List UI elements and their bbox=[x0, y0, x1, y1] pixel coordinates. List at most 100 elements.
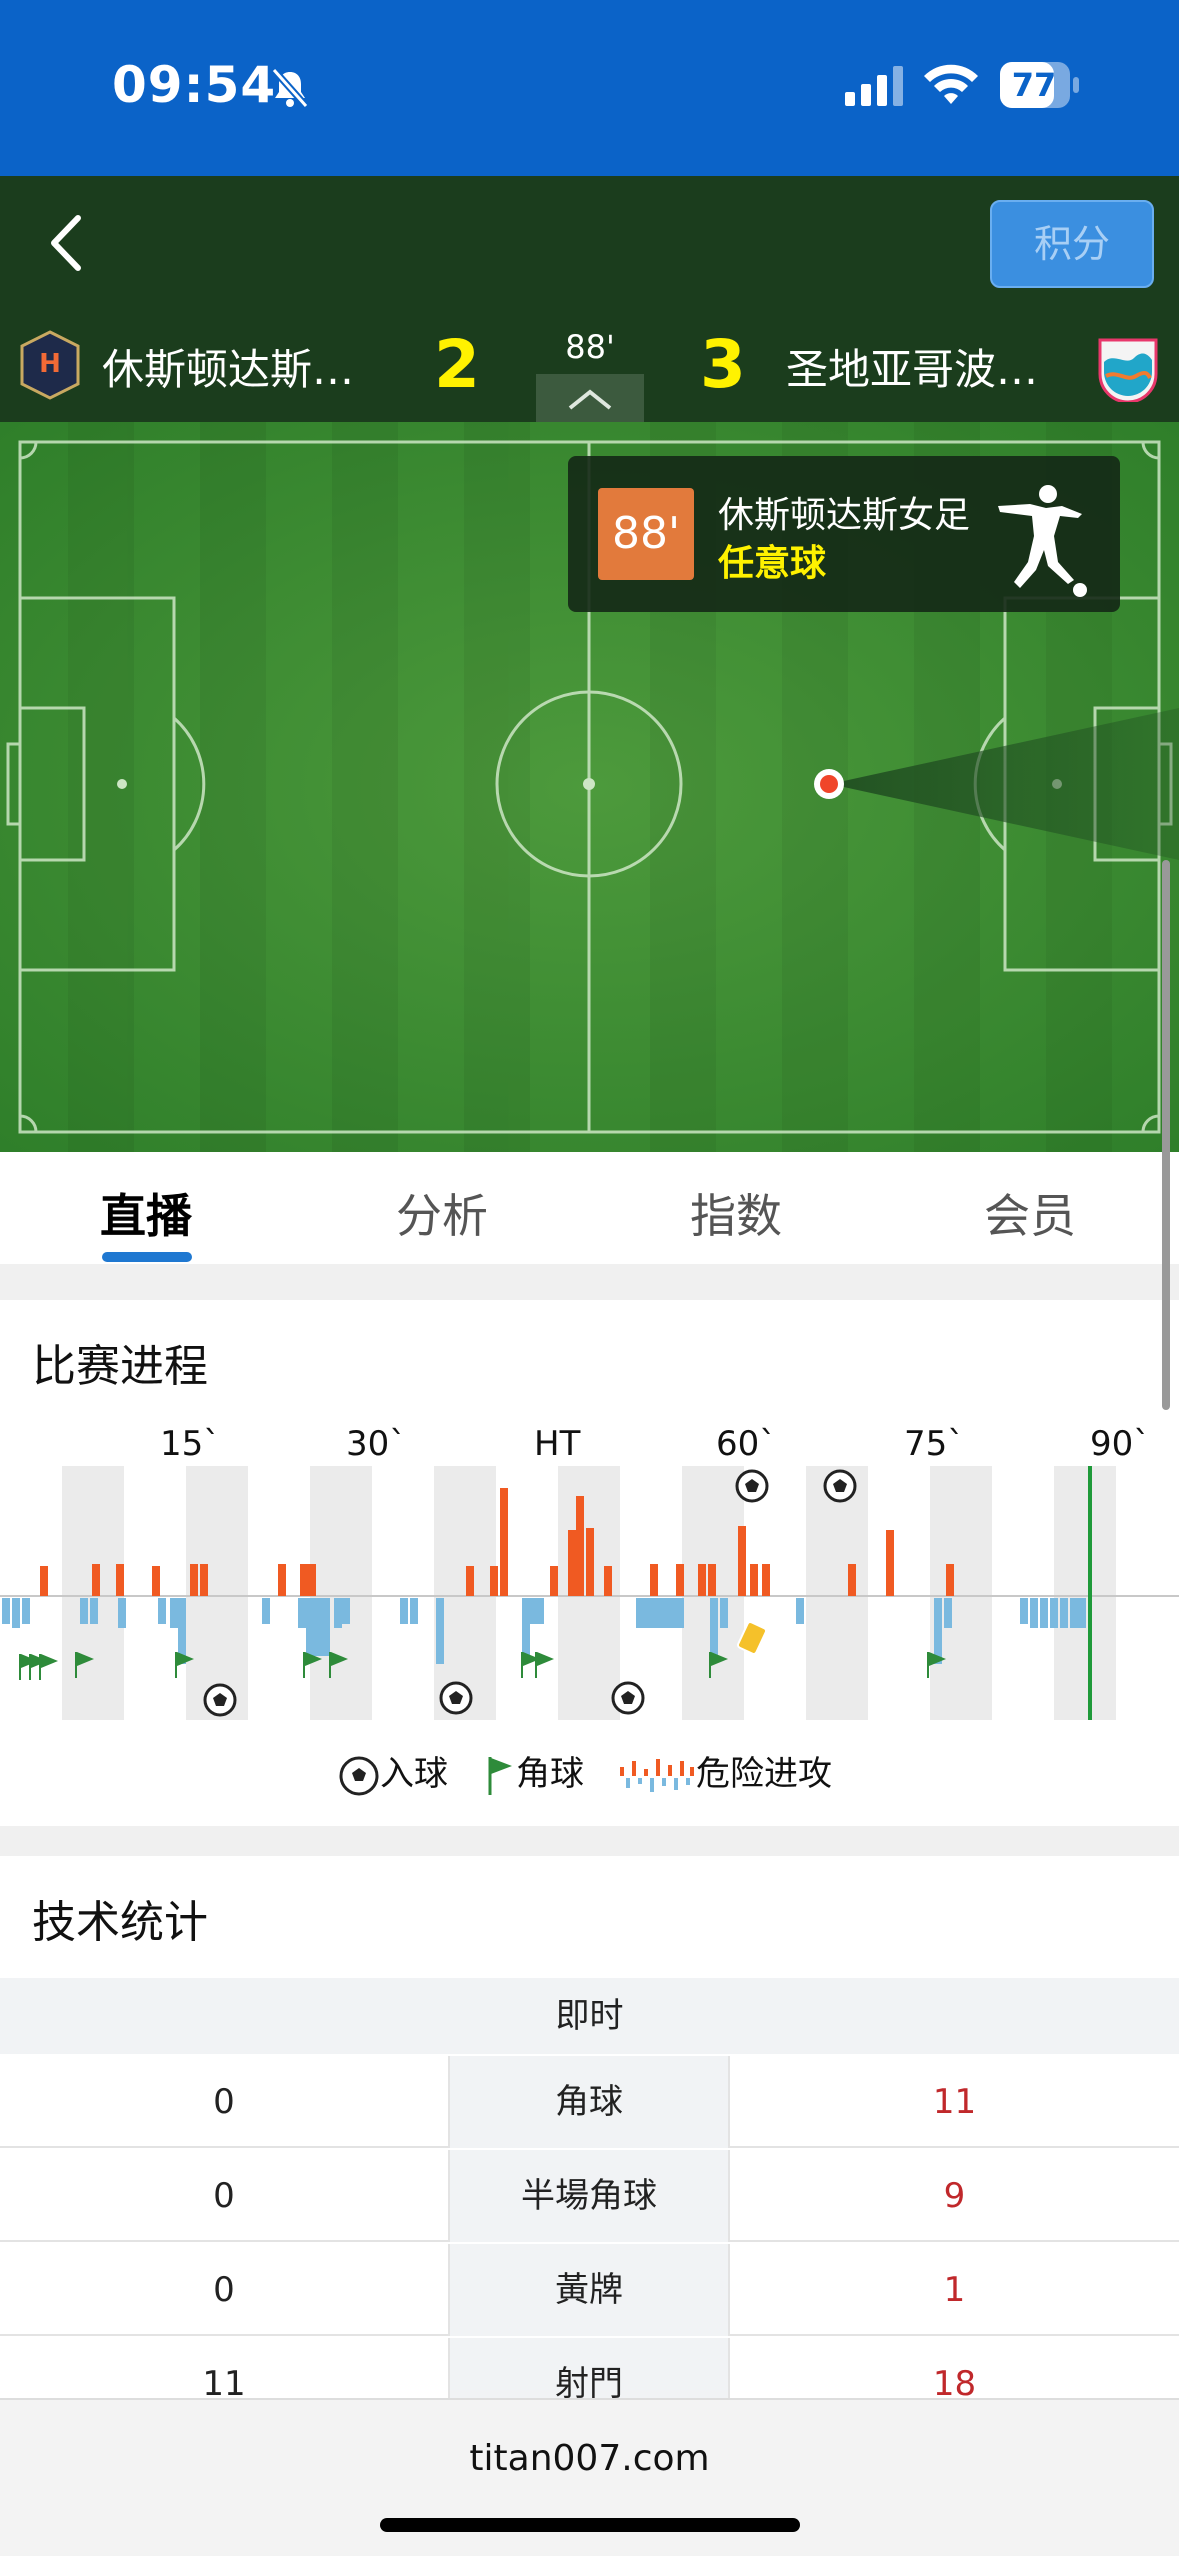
tab-member[interactable]: 会员 bbox=[930, 1180, 1130, 1246]
attack-bar-away bbox=[886, 1530, 894, 1596]
attack-bar-home bbox=[334, 1598, 342, 1628]
attack-bar-away bbox=[278, 1564, 286, 1596]
match-timeline-chart bbox=[0, 1466, 1179, 1720]
status-time: 09:54 bbox=[112, 56, 277, 114]
legend-goal-label: 入球 bbox=[380, 1754, 448, 1794]
attack-bar-away bbox=[604, 1566, 612, 1596]
attack-bar-home bbox=[720, 1598, 728, 1628]
stat-row-corners: 0 角球 11 bbox=[0, 2056, 1179, 2148]
attack-bar-home bbox=[1050, 1598, 1058, 1628]
attack-bar-home bbox=[676, 1598, 684, 1628]
status-bar: 09:54 77 bbox=[0, 0, 1179, 176]
home-team-name[interactable]: 休斯顿达斯… bbox=[102, 336, 354, 397]
collapse-toggle[interactable] bbox=[536, 374, 644, 422]
attack-bar-away bbox=[466, 1566, 474, 1596]
san-diego-wave-logo bbox=[1098, 338, 1158, 402]
player-kicking-icon bbox=[998, 485, 1087, 597]
attack-bar-home bbox=[660, 1598, 668, 1628]
attack-bar-away bbox=[848, 1564, 856, 1596]
legend-goal: 入球 bbox=[338, 1746, 448, 1797]
stat-away-value: 1 bbox=[943, 2270, 966, 2310]
points-button[interactable]: 积分 bbox=[990, 200, 1154, 288]
attack-bar-home bbox=[710, 1598, 718, 1660]
stat-home-value: 0 bbox=[213, 2176, 235, 2216]
battery-level: 77 bbox=[1011, 66, 1057, 104]
attack-bar-home bbox=[80, 1598, 88, 1624]
attack-bar-away bbox=[308, 1564, 316, 1596]
browser-footer: titan007.com bbox=[0, 2398, 1179, 2556]
attack-bar-home bbox=[522, 1598, 530, 1660]
stats-header-live: 即时 bbox=[0, 1978, 1179, 2054]
away-score: 3 bbox=[700, 326, 746, 403]
attack-bar-home bbox=[652, 1598, 660, 1628]
chevron-up-icon bbox=[568, 389, 612, 410]
tech-stats-title: 技术统计 bbox=[32, 1897, 208, 1948]
event-minute: 88' bbox=[598, 488, 694, 580]
stat-home-value: 0 bbox=[213, 2270, 235, 2310]
home-indicator[interactable] bbox=[380, 2518, 800, 2532]
attack-bar-away bbox=[152, 1566, 160, 1596]
attack-bar-away bbox=[200, 1564, 208, 1596]
attack-bar-home bbox=[636, 1598, 644, 1628]
cellular-signal-icon bbox=[845, 66, 903, 106]
corner-flag-icon bbox=[488, 1756, 512, 1795]
attack-bar-away bbox=[568, 1530, 576, 1596]
attack-bar-home bbox=[342, 1598, 350, 1624]
attack-bar-home bbox=[1040, 1598, 1048, 1628]
active-tab-indicator bbox=[102, 1252, 192, 1262]
attack-bar-home bbox=[796, 1598, 804, 1624]
home-score: 2 bbox=[434, 326, 480, 403]
attack-bar-away bbox=[586, 1528, 594, 1596]
attack-bar-home bbox=[1060, 1598, 1068, 1628]
attack-bar-away bbox=[92, 1564, 100, 1596]
houston-dash-logo: H bbox=[20, 330, 80, 400]
attack-bar-home bbox=[668, 1598, 676, 1628]
stat-away-value: 9 bbox=[943, 2176, 966, 2216]
attack-bar-home bbox=[12, 1598, 20, 1628]
back-arrow-icon[interactable] bbox=[40, 208, 96, 278]
site-url[interactable]: titan007.com bbox=[0, 2438, 1179, 2479]
attack-bar-away bbox=[738, 1526, 746, 1596]
attack-bar-away bbox=[500, 1488, 508, 1596]
attack-bar-home bbox=[22, 1598, 30, 1624]
stat-row-half-corners: 0 半場角球 9 bbox=[0, 2150, 1179, 2242]
bell-muted-icon bbox=[271, 67, 309, 109]
tab-bar: 直播 分析 指数 会员 bbox=[0, 1152, 1179, 1264]
legend-corner-label: 角球 bbox=[516, 1754, 584, 1794]
attack-bar-home bbox=[536, 1598, 544, 1624]
attack-bar-home bbox=[410, 1598, 418, 1624]
attack-bar-home bbox=[1070, 1598, 1078, 1628]
legend-attack-label: 危险进攻 bbox=[696, 1754, 832, 1794]
attack-bar-home bbox=[436, 1598, 444, 1664]
stat-label: 半場角球 bbox=[448, 2150, 730, 2242]
attack-bar-home bbox=[322, 1598, 330, 1656]
match-progress-title: 比赛进程 bbox=[32, 1341, 208, 1392]
attack-bar-home bbox=[934, 1598, 942, 1664]
attack-bar-home bbox=[1030, 1598, 1038, 1628]
event-type: 任意球 bbox=[718, 543, 827, 584]
tab-live[interactable]: 直播 bbox=[46, 1180, 246, 1246]
scrollbar[interactable] bbox=[1162, 860, 1170, 1410]
soccer-ball-icon bbox=[339, 1756, 379, 1795]
attack-bar-away bbox=[116, 1564, 124, 1596]
match-minute: 88' bbox=[565, 328, 615, 366]
tab-odds[interactable]: 指数 bbox=[636, 1180, 836, 1246]
tab-analysis[interactable]: 分析 bbox=[342, 1180, 542, 1246]
away-team-name[interactable]: 圣地亚哥波… bbox=[786, 336, 1038, 397]
attack-bar-home bbox=[400, 1598, 408, 1624]
attack-bar-home bbox=[170, 1598, 178, 1628]
attack-bar-away bbox=[650, 1564, 658, 1596]
attack-bar-home bbox=[1078, 1598, 1086, 1628]
attack-bar-away bbox=[550, 1566, 558, 1596]
svg-text:H: H bbox=[39, 349, 61, 379]
wifi-icon bbox=[924, 64, 978, 104]
attack-bar-away bbox=[300, 1564, 308, 1596]
attack-bar-home bbox=[298, 1598, 306, 1628]
attack-bar-home bbox=[158, 1598, 166, 1624]
attack-bar-away bbox=[698, 1564, 706, 1596]
attack-bars-icon bbox=[620, 1758, 694, 1792]
attack-bar-home bbox=[1020, 1598, 1028, 1624]
stat-row-yellow-cards: 0 黃牌 1 bbox=[0, 2244, 1179, 2336]
attack-bar-home bbox=[262, 1598, 270, 1624]
attack-bar-away bbox=[190, 1564, 198, 1596]
